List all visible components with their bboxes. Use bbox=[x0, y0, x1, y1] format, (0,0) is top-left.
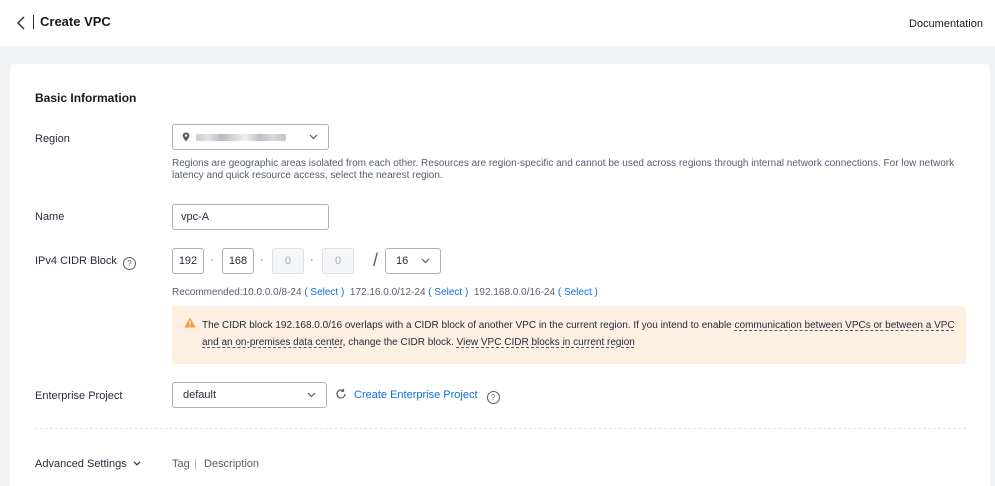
advanced-separator: | bbox=[194, 458, 197, 470]
location-pin-icon bbox=[182, 132, 190, 142]
cidr-overlap-warning: The CIDR block 192.168.0.0/16 overlaps w… bbox=[172, 306, 966, 364]
warning-text-part-2: , change the CIDR block. bbox=[342, 337, 457, 348]
cidr-label: IPv4 CIDR Block? bbox=[35, 255, 136, 270]
enterprise-project-label: Enterprise Project bbox=[35, 390, 123, 402]
recommended-cidr-2: 172.16.0.0/12-24 bbox=[349, 287, 426, 298]
form-card: Basic Information Region bbox=[10, 64, 990, 486]
region-value-obscured bbox=[196, 134, 286, 141]
select-cidr-1-label: Select bbox=[310, 287, 339, 298]
chevron-down-icon bbox=[133, 461, 141, 466]
cidr-dot: · bbox=[260, 254, 264, 266]
cidr-octet-1[interactable]: 192 bbox=[172, 248, 204, 274]
region-select[interactable] bbox=[172, 124, 329, 150]
cidr-octet-2[interactable]: 168 bbox=[222, 248, 254, 274]
select-cidr-3-link[interactable]: ( Select ) bbox=[558, 287, 598, 298]
cidr-mask-value: 16 bbox=[396, 255, 409, 267]
select-cidr-1-link[interactable]: ( Select ) bbox=[304, 287, 344, 298]
recommended-cidr-1: 10.0.0.0/8-24 bbox=[242, 287, 302, 298]
cidr-dot: · bbox=[210, 254, 214, 266]
refresh-icon[interactable] bbox=[335, 388, 347, 400]
name-input[interactable] bbox=[172, 204, 329, 230]
section-title-basic-information: Basic Information bbox=[35, 91, 137, 105]
chevron-down-icon bbox=[307, 392, 316, 398]
region-hint: Regions are geographic areas isolated fr… bbox=[172, 158, 955, 181]
recommended-cidr-3: 192.168.0.0/16-24 bbox=[473, 287, 556, 298]
chevron-down-icon bbox=[421, 258, 430, 264]
cidr-label-text: IPv4 CIDR Block bbox=[35, 255, 117, 267]
cidr-recommendation: Recommended:10.0.0.0/8-24 ( Select ) 172… bbox=[172, 287, 598, 298]
advanced-settings-label: Advanced Settings bbox=[35, 458, 127, 470]
create-enterprise-project-label: Create Enterprise Project bbox=[354, 389, 478, 401]
warning-icon bbox=[184, 317, 196, 328]
enterprise-project-select[interactable]: default bbox=[172, 382, 327, 408]
select-cidr-2-link[interactable]: ( Select ) bbox=[428, 287, 468, 298]
top-bar: Create VPC Documentation bbox=[0, 0, 995, 46]
view-vpc-cidr-blocks-link[interactable]: View VPC CIDR blocks in current region bbox=[457, 337, 635, 348]
help-icon[interactable]: ? bbox=[122, 257, 136, 270]
enterprise-project-value: default bbox=[183, 389, 217, 401]
warning-text: The CIDR block 192.168.0.0/16 overlaps w… bbox=[202, 317, 962, 351]
cidr-octet-3: 0 bbox=[272, 248, 304, 274]
chevron-left-icon[interactable] bbox=[16, 16, 26, 30]
documentation-link[interactable]: Documentation bbox=[909, 18, 983, 30]
advanced-tag: Tag bbox=[172, 458, 190, 470]
name-label: Name bbox=[35, 211, 65, 223]
create-enterprise-project-link[interactable]: Create Enterprise Project? bbox=[354, 389, 500, 404]
select-cidr-3-label: Select bbox=[563, 287, 592, 298]
section-divider bbox=[35, 428, 966, 429]
recommended-prefix: Recommended: bbox=[172, 287, 243, 298]
page-title: Create VPC bbox=[40, 14, 111, 29]
advanced-settings-toggle[interactable]: Advanced Settings bbox=[35, 458, 141, 470]
advanced-description: Description bbox=[204, 458, 260, 470]
cidr-dot: · bbox=[310, 254, 314, 266]
select-cidr-2-label: Select bbox=[434, 287, 463, 298]
cidr-mask-select[interactable]: 16 bbox=[385, 248, 441, 274]
help-icon[interactable]: ? bbox=[486, 391, 500, 404]
chevron-down-icon bbox=[309, 134, 318, 140]
warning-text-part-1: The CIDR block 192.168.0.0/16 overlaps w… bbox=[202, 320, 735, 331]
title-separator bbox=[33, 15, 34, 29]
cidr-slash: / bbox=[373, 250, 379, 270]
cidr-octet-4: 0 bbox=[322, 248, 354, 274]
region-label: Region bbox=[35, 133, 70, 145]
